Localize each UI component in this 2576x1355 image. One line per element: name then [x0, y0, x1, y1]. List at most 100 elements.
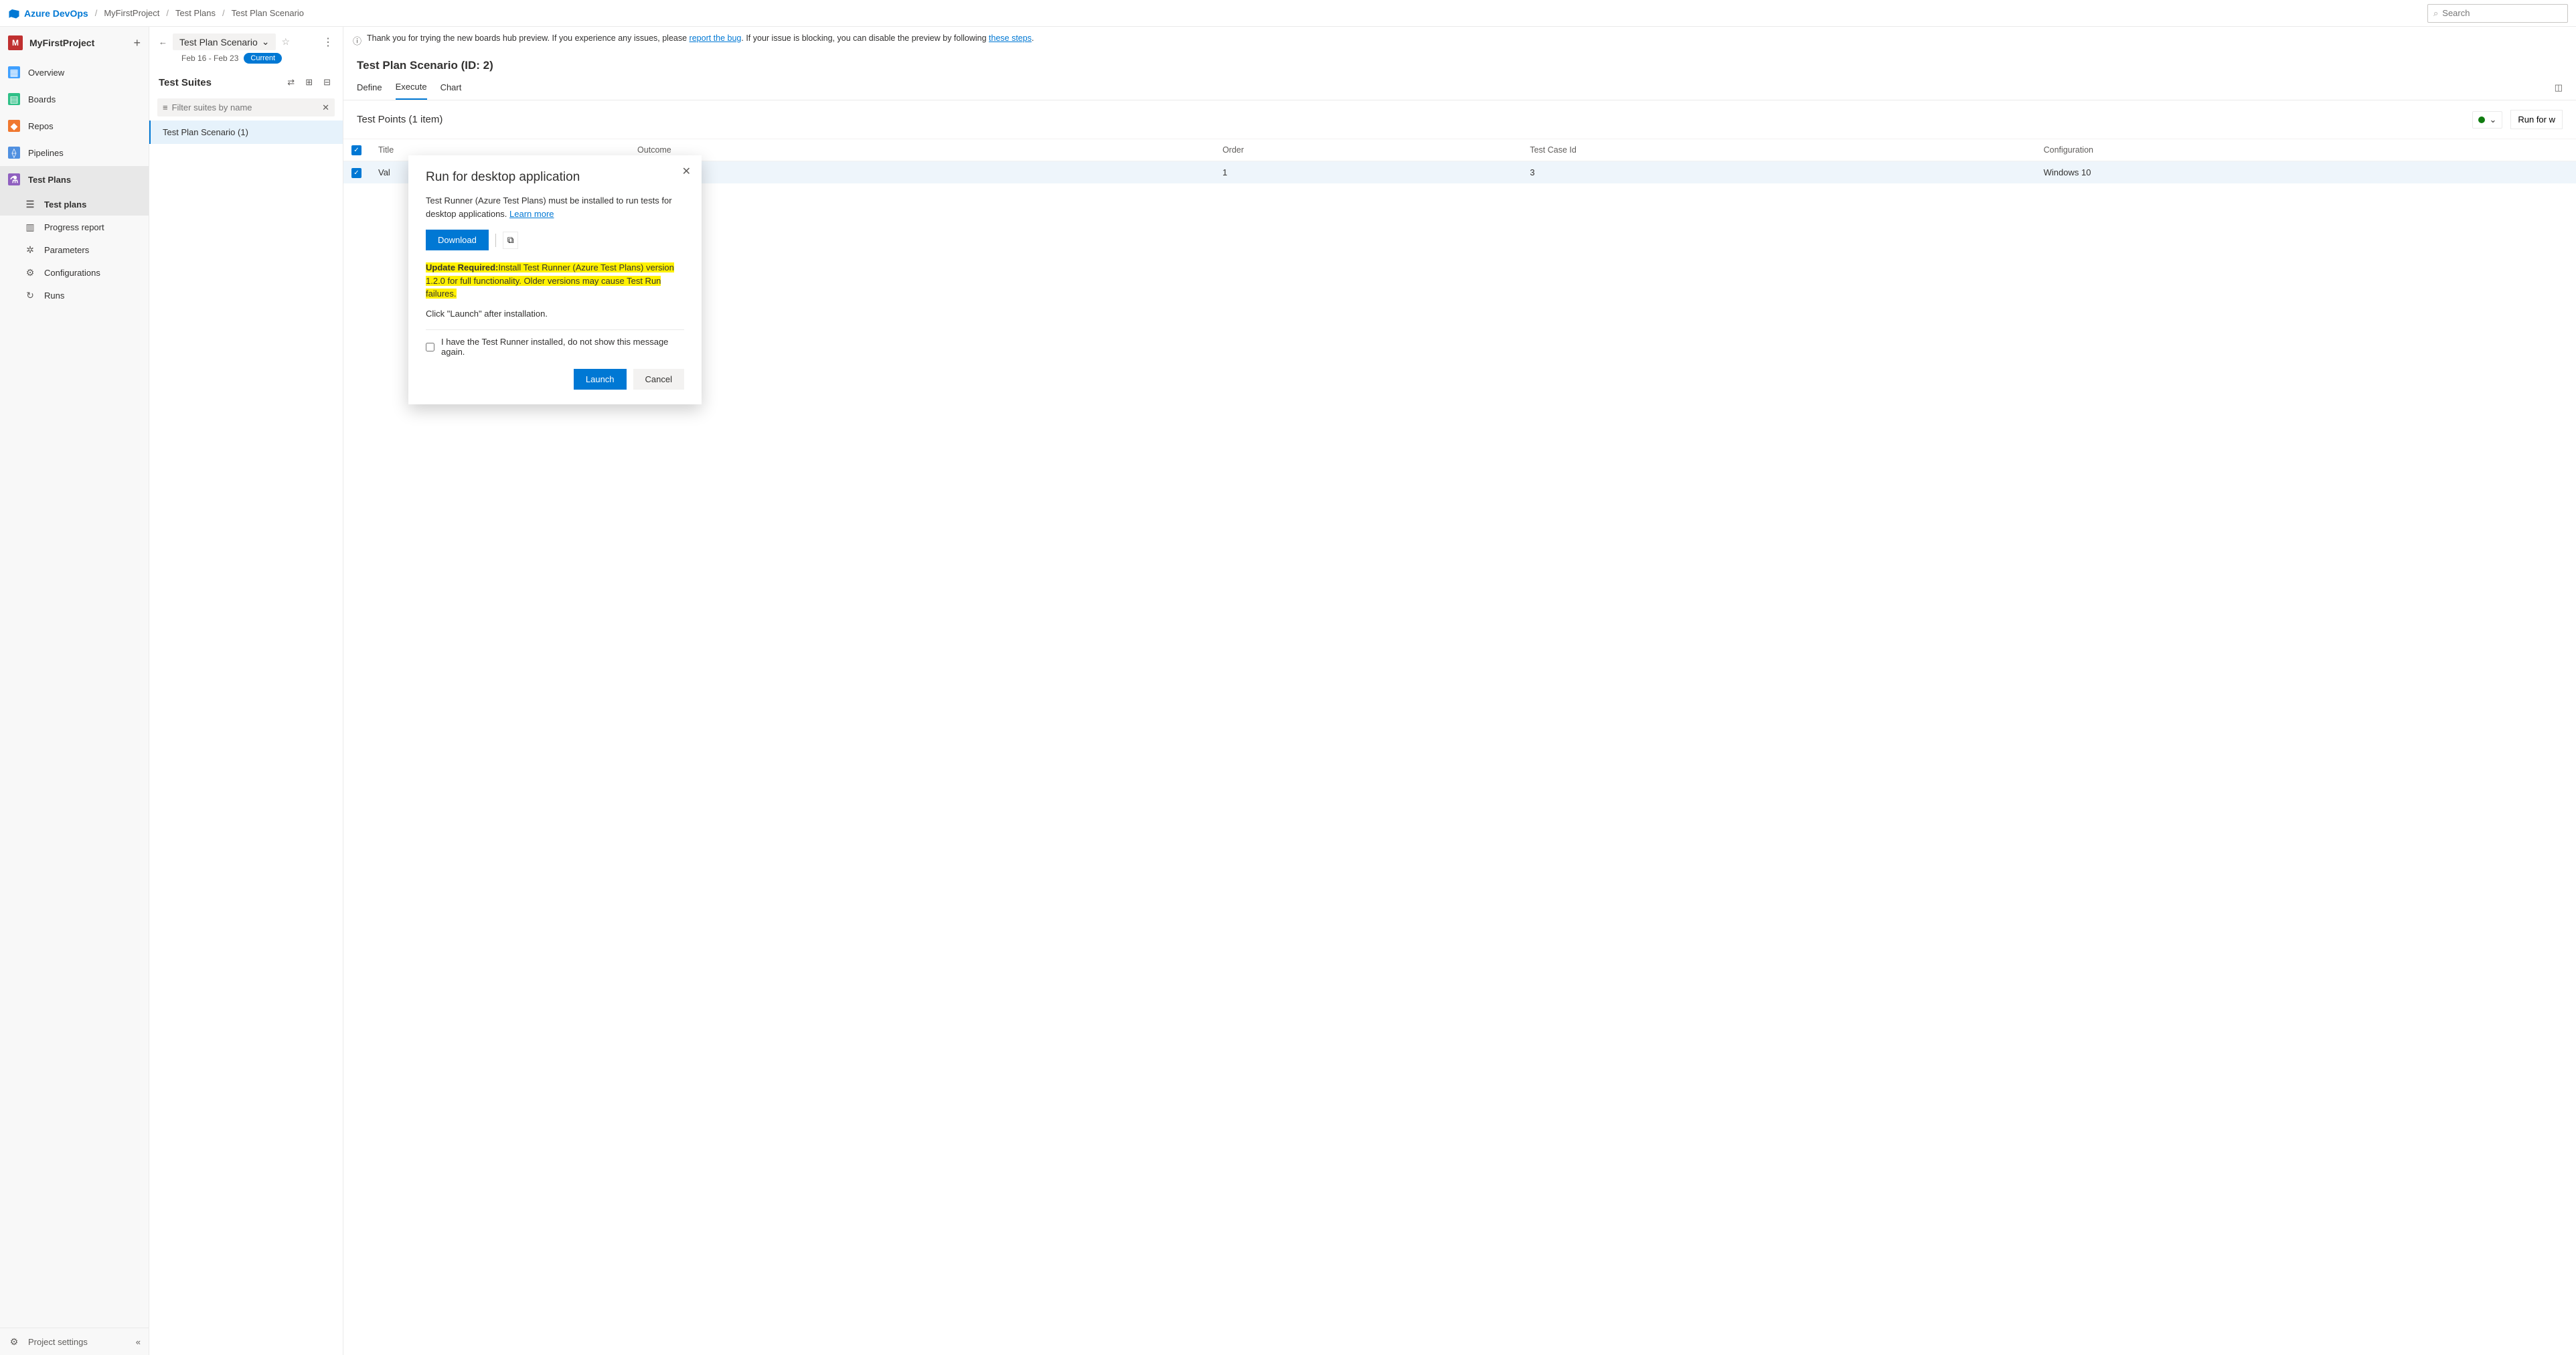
- filter-suites-box[interactable]: ≡ ✕: [157, 98, 335, 116]
- divider: [426, 329, 684, 330]
- launch-button[interactable]: Launch: [574, 369, 627, 390]
- back-icon[interactable]: ←: [159, 37, 167, 47]
- col-test-case-id[interactable]: Test Case Id: [1522, 139, 2035, 161]
- cancel-button[interactable]: Cancel: [633, 369, 684, 390]
- cell-configuration: Windows 10: [2036, 161, 2576, 184]
- col-configuration[interactable]: Configuration: [2036, 139, 2576, 161]
- close-icon[interactable]: ✕: [682, 165, 691, 178]
- dont-show-row[interactable]: I have the Test Runner installed, do not…: [426, 337, 684, 357]
- azure-devops-icon: [8, 7, 20, 19]
- sidebar: M MyFirstProject + ▦Overview ▤Boards ◆Re…: [0, 27, 149, 1355]
- repo-icon: ◆: [8, 120, 20, 132]
- search-box[interactable]: ⌕: [2427, 4, 2568, 23]
- crumb-sep: /: [95, 8, 98, 18]
- filter-icon: ≡: [163, 102, 168, 112]
- download-button[interactable]: Download: [426, 230, 489, 250]
- collapse-icon[interactable]: ⊟: [321, 76, 333, 89]
- pass-dot-icon: [2478, 116, 2485, 123]
- clear-icon[interactable]: ✕: [322, 102, 329, 113]
- brand-label[interactable]: Azure DevOps: [24, 8, 88, 19]
- tab-execute[interactable]: Execute: [396, 75, 427, 100]
- sidebar-item-progress-report[interactable]: ▥ Progress report: [0, 216, 149, 238]
- select-all-checkbox[interactable]: ✓: [351, 145, 361, 155]
- sidebar-item-label: Configurations: [44, 268, 100, 278]
- sidebar-item-test-plans-sub[interactable]: ☰ Test plans: [0, 193, 149, 216]
- info-banner: ⓘ Thank you for trying the new boards hu…: [343, 27, 2576, 54]
- filter-input[interactable]: [172, 102, 329, 112]
- search-input[interactable]: [2442, 8, 2562, 18]
- col-order[interactable]: Order: [1214, 139, 1522, 161]
- sidebar-item-pipelines[interactable]: ⟠ Pipelines: [0, 139, 149, 166]
- these-steps-link[interactable]: these steps: [989, 33, 1032, 43]
- update-required-text: Update Required:Install Test Runner (Azu…: [426, 261, 684, 301]
- link-icon[interactable]: ⇄: [285, 76, 297, 89]
- list-icon: ☰: [24, 198, 36, 210]
- cell-order: 1: [1214, 161, 1522, 184]
- sliders-icon: ✲: [24, 244, 36, 256]
- learn-more-link[interactable]: Learn more: [509, 209, 554, 219]
- modal-title: Run for desktop application: [426, 170, 684, 185]
- sidebar-item-label: Project settings: [28, 1337, 88, 1347]
- tabs: Define Execute Chart ◫: [343, 75, 2576, 100]
- grid-icon: ▦: [8, 66, 20, 78]
- sidebar-item-label: Pipelines: [28, 148, 64, 158]
- crumb-sep: /: [166, 8, 169, 18]
- crumb-plan[interactable]: Test Plan Scenario: [232, 8, 304, 18]
- plan-selector[interactable]: Test Plan Scenario ⌄: [173, 33, 276, 50]
- dont-show-label: I have the Test Runner installed, do not…: [441, 337, 684, 357]
- run-for-button[interactable]: Run for w: [2510, 110, 2563, 129]
- tab-define[interactable]: Define: [357, 76, 382, 99]
- suites-title-row: Test Suites ⇄ ⊞ ⊟: [149, 70, 343, 94]
- layout-toggle-icon[interactable]: ◫: [2555, 82, 2563, 93]
- chevron-down-icon: ⌄: [2489, 114, 2496, 125]
- sidebar-item-label: Progress report: [44, 222, 104, 232]
- plan-name: Test Plan Scenario: [179, 37, 258, 48]
- crumb-sep: /: [222, 8, 225, 18]
- sidebar-footer: ⚙ Project settings «: [0, 1328, 149, 1355]
- sidebar-item-test-plans[interactable]: ⚗ Test Plans: [0, 166, 149, 193]
- project-avatar: M: [8, 35, 23, 50]
- chevron-down-icon: ⌄: [262, 36, 270, 48]
- runs-icon: ↻: [24, 289, 36, 301]
- crumb-area[interactable]: Test Plans: [175, 8, 216, 18]
- sidebar-item-label: Test plans: [44, 200, 86, 210]
- tab-chart[interactable]: Chart: [440, 76, 462, 99]
- row-checkbox[interactable]: ✓: [351, 168, 361, 178]
- cell-outcome: In Progress: [629, 161, 1214, 184]
- col-outcome[interactable]: Outcome: [629, 139, 1214, 161]
- sidebar-item-overview[interactable]: ▦Overview: [0, 59, 149, 86]
- sidebar-item-boards[interactable]: ▤Boards: [0, 86, 149, 112]
- modal-footer: Launch Cancel: [426, 369, 684, 390]
- sidebar-item-runs[interactable]: ↻ Runs: [0, 284, 149, 307]
- outcome-filter[interactable]: ⌄: [2472, 111, 2502, 129]
- crumb-project[interactable]: MyFirstProject: [104, 8, 159, 18]
- banner-text: Thank you for trying the new boards hub …: [367, 33, 1034, 43]
- rocket-icon: ⟠: [8, 147, 20, 159]
- sidebar-item-repos[interactable]: ◆Repos: [0, 112, 149, 139]
- info-icon: ⓘ: [353, 34, 361, 47]
- report-bug-link[interactable]: report the bug: [690, 33, 742, 43]
- copy-link-button[interactable]: ⧉: [503, 232, 519, 249]
- dont-show-checkbox[interactable]: [426, 343, 434, 351]
- sidebar-item-label: Parameters: [44, 245, 89, 255]
- sidebar-item-configurations[interactable]: ⚙Configurations: [0, 261, 149, 284]
- sidebar-item-label: Test Plans: [28, 175, 71, 185]
- add-button[interactable]: +: [133, 36, 141, 50]
- sidebar-item-parameters[interactable]: ✲ Parameters: [0, 238, 149, 261]
- project-name[interactable]: MyFirstProject: [29, 37, 127, 48]
- page-title: Test Plan Scenario (ID: 2): [343, 54, 2576, 75]
- collapse-icon[interactable]: «: [136, 1337, 141, 1347]
- chart-icon: ▥: [24, 221, 36, 233]
- suite-item[interactable]: Test Plan Scenario (1): [149, 121, 343, 144]
- sidebar-item-project-settings[interactable]: ⚙ Project settings «: [0, 1328, 149, 1355]
- suites-title: Test Suites: [159, 77, 279, 88]
- plan-header: ← Test Plan Scenario ⌄ ☆ ⋮: [149, 27, 343, 53]
- sidebar-item-label: Runs: [44, 291, 64, 301]
- cell-test-case-id: 3: [1522, 161, 2035, 184]
- expand-icon[interactable]: ⊞: [303, 76, 315, 89]
- divider: [495, 234, 496, 247]
- board-icon: ▤: [8, 93, 20, 105]
- star-icon[interactable]: ☆: [281, 36, 290, 48]
- more-icon[interactable]: ⋮: [323, 35, 333, 49]
- flask-icon: ⚗: [8, 173, 20, 185]
